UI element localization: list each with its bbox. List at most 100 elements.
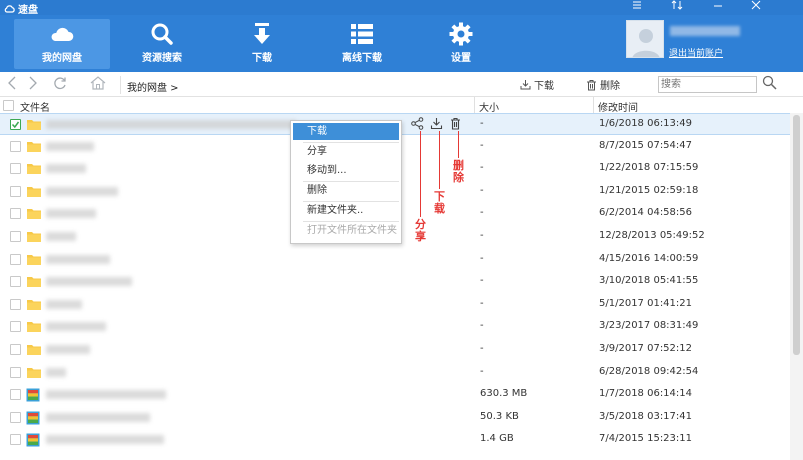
row-checkbox[interactable] <box>10 389 21 401</box>
file-modified-time: 3/5/2018 03:17:41 <box>599 410 693 422</box>
file-size: - <box>480 365 484 377</box>
table-row[interactable]: - 3/10/2018 05:41:55 <box>0 271 790 293</box>
context-menu-delete[interactable]: 删除 <box>293 182 399 199</box>
file-size: - <box>480 320 484 332</box>
annotation-share: 分享 <box>415 218 426 243</box>
logout-link[interactable]: 退出当前账户 <box>669 46 723 59</box>
swap-icon[interactable] <box>665 0 689 14</box>
file-name-blurred <box>46 277 132 287</box>
search-input[interactable] <box>659 77 754 92</box>
header-modified-time[interactable]: 修改时间 <box>598 99 638 114</box>
folder-icon <box>26 207 42 223</box>
annotation-line-delete <box>458 131 459 158</box>
file-modified-time: 3/9/2017 07:52:12 <box>599 343 693 354</box>
row-checkbox[interactable] <box>10 298 21 310</box>
row-checkbox[interactable] <box>10 434 21 446</box>
file-size: - <box>480 343 484 354</box>
folder-icon <box>26 140 42 156</box>
refresh-icon[interactable] <box>53 76 67 94</box>
header-size[interactable]: 大小 <box>479 99 499 114</box>
back-icon[interactable] <box>7 76 17 94</box>
row-checkbox[interactable] <box>10 208 21 220</box>
table-row[interactable]: - 4/15/2016 14:00:59 <box>0 249 790 271</box>
file-table-header: 文件名 大小 修改时间 <box>0 97 803 114</box>
table-row[interactable]: - 5/1/2017 01:41:21 <box>0 294 790 316</box>
forward-icon[interactable] <box>28 76 38 94</box>
trash-icon[interactable] <box>449 117 462 133</box>
user-panel: 退出当前账户 <box>626 20 796 66</box>
search-button[interactable] <box>762 75 777 93</box>
scrollbar-thumb[interactable] <box>793 115 800 355</box>
table-row[interactable]: - 3/9/2017 07:52:12 <box>0 339 790 361</box>
file-modified-time: 5/1/2017 01:41:21 <box>599 297 693 309</box>
table-row[interactable]: 630.3 MB 1/7/2018 06:14:14 <box>0 384 790 406</box>
file-name-blurred <box>46 186 118 196</box>
delete-button-label: 删除 <box>600 81 620 92</box>
toolbar-offline-download[interactable]: 离线下载 <box>314 19 410 69</box>
file-name-blurred <box>46 209 96 219</box>
menu-icon[interactable] <box>625 0 649 14</box>
share-icon[interactable] <box>411 117 424 133</box>
row-checkbox[interactable] <box>10 140 21 152</box>
file-modified-time: 1/7/2018 06:14:14 <box>599 388 693 400</box>
file-modified-time: 3/10/2018 05:41:55 <box>599 275 699 287</box>
row-checkbox[interactable] <box>10 276 21 288</box>
row-checkbox[interactable] <box>10 366 21 378</box>
toolbar-my-drive[interactable]: 我的网盘 <box>14 19 110 69</box>
column-divider[interactable] <box>593 97 594 113</box>
toolbar-my-drive-label: 我的网盘 <box>42 53 82 64</box>
file-size: 50.3 KB <box>480 410 519 422</box>
toolbar-download[interactable]: 下载 <box>214 19 310 69</box>
file-modified-time: 6/28/2018 09:42:54 <box>599 365 699 377</box>
toolbar-resource-search[interactable]: 资源搜索 <box>114 19 210 69</box>
download-icon <box>520 80 531 90</box>
download-button[interactable]: 下载 <box>520 77 554 92</box>
file-name-blurred <box>46 299 82 309</box>
file-modified-time: 12/28/2013 05:49:52 <box>599 230 705 241</box>
file-modified-time: 1/22/2018 07:15:59 <box>599 162 699 174</box>
download-icon[interactable] <box>430 117 443 133</box>
context-menu-new-folder[interactable]: 新建文件夹.. <box>293 202 399 219</box>
minimize-icon[interactable] <box>706 0 730 14</box>
breadcrumb-root[interactable]: 我的网盘 > <box>127 79 179 94</box>
row-checkbox[interactable] <box>10 253 21 265</box>
file-size: - <box>480 252 484 264</box>
close-icon[interactable] <box>744 0 768 14</box>
file-name-blurred <box>46 254 110 264</box>
download-button-label: 下载 <box>534 81 554 92</box>
row-checkbox[interactable] <box>10 119 21 130</box>
table-row[interactable]: 50.3 KB 3/5/2018 03:17:41 <box>0 407 790 429</box>
row-checkbox[interactable] <box>10 231 21 242</box>
table-row[interactable]: - 6/28/2018 09:42:54 <box>0 362 790 384</box>
select-all-checkbox[interactable] <box>3 100 14 111</box>
row-checkbox[interactable] <box>10 163 21 175</box>
header-filename[interactable]: 文件名 <box>20 99 50 114</box>
file-name-blurred <box>46 390 166 400</box>
row-checkbox[interactable] <box>10 185 21 197</box>
file-name-blurred <box>46 164 86 174</box>
search-icon <box>762 75 777 90</box>
table-row[interactable]: 1.4 GB 7/4/2015 15:23:11 <box>0 429 790 451</box>
avatar[interactable] <box>626 20 664 58</box>
folder-icon <box>26 253 42 269</box>
home-icon[interactable] <box>90 76 106 94</box>
column-divider[interactable] <box>474 97 475 113</box>
delete-button[interactable]: 删除 <box>586 77 620 92</box>
context-menu-share[interactable]: 分享 <box>293 143 399 160</box>
context-menu-download[interactable]: 下载 <box>293 123 399 140</box>
row-checkbox[interactable] <box>10 411 21 423</box>
file-name-blurred <box>46 435 164 445</box>
file-modified-time: 3/23/2017 08:31:49 <box>599 320 699 332</box>
toolbar-settings[interactable]: 设置 <box>413 19 509 69</box>
row-checkbox[interactable] <box>10 344 21 355</box>
vertical-scrollbar[interactable] <box>790 113 803 460</box>
context-menu-move-to[interactable]: 移动到... <box>293 162 399 179</box>
file-size: - <box>480 230 484 241</box>
search-field[interactable] <box>658 76 757 93</box>
row-checkbox[interactable] <box>10 321 21 333</box>
gear-icon <box>449 22 473 46</box>
table-row[interactable]: - 3/23/2017 08:31:49 <box>0 316 790 338</box>
toolbar-offline-download-label: 离线下载 <box>342 53 382 64</box>
folder-icon <box>26 366 42 382</box>
toolbar-resource-search-label: 资源搜索 <box>142 53 182 64</box>
